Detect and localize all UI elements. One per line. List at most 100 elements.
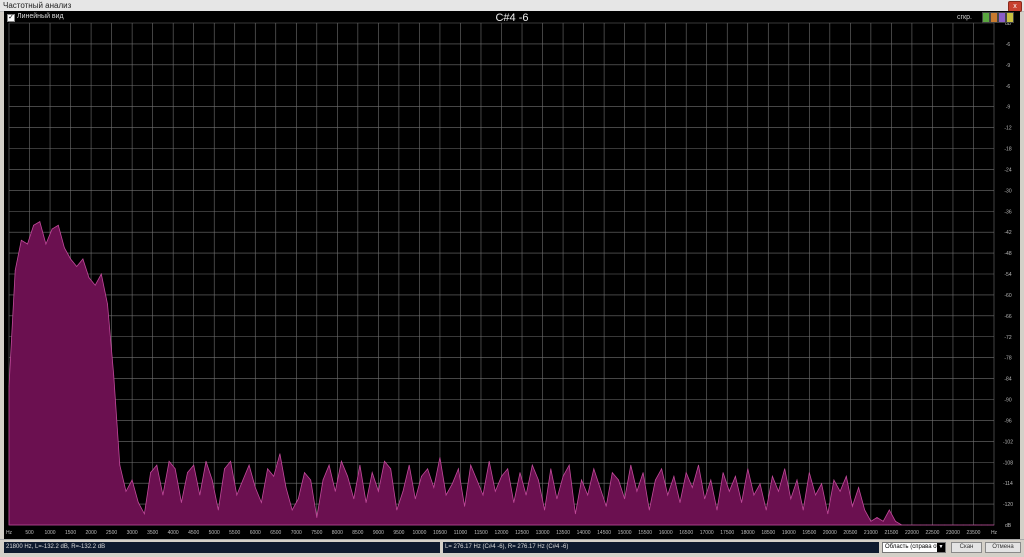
spectrum-point (150, 472, 152, 473)
x-tick-label: 13000 (536, 530, 550, 536)
spectrum-point (205, 460, 207, 462)
spectrum-point (181, 502, 182, 503)
x-tick-label: 8000 (332, 530, 343, 536)
spectrum-point (359, 464, 361, 466)
spectrum-point (839, 490, 841, 492)
graph-purple-icon[interactable] (998, 12, 1006, 23)
x-tick-label: 13500 (556, 530, 570, 536)
spectrum-point (944, 524, 946, 526)
spectrum-point (501, 475, 502, 477)
spectrum-point (242, 479, 244, 481)
spectrum-point (261, 502, 262, 503)
spectrum-point (956, 524, 958, 526)
spectrum-point (464, 505, 465, 507)
spectrum-point (125, 490, 127, 492)
spectrum-point (236, 494, 238, 496)
status-bar: 21800 Hz, L=-132.2 dB, R=-132.2 dB L= 27… (0, 539, 1024, 557)
spectrum-point (156, 464, 158, 466)
spectrum-point (876, 517, 878, 518)
spectrum-point (488, 460, 490, 462)
graph-yellow-icon[interactable] (1006, 12, 1014, 23)
spectrum-chart: dB -6 -9 -6 -9 -12 -18 -24 -30 -36 -42 -48 -54 -60 -66… (6, 21, 1013, 536)
spectrum-point (107, 303, 108, 305)
spectrum-point (57, 224, 59, 226)
y-tick-label: -84 (1004, 377, 1011, 383)
spectrum-point (384, 460, 385, 462)
smooth-label: сгкр. (957, 14, 972, 21)
spectrum-point (808, 472, 810, 473)
spectrum-point (950, 524, 952, 526)
x-tick-label: 17500 (720, 530, 734, 536)
spectrum-point (796, 479, 798, 481)
spectrum-point (741, 502, 742, 503)
spectrum-point (408, 464, 410, 466)
x-tick-label: 15500 (638, 530, 652, 536)
y-tick-label: -114 (1003, 481, 1013, 487)
spectrum-point (113, 374, 115, 376)
spectrum-point (94, 284, 96, 286)
x-tick-label: 14000 (577, 530, 591, 536)
x-tick-label: 17000 (700, 530, 714, 536)
spectrum-point (575, 513, 576, 515)
area-select[interactable]: Область (справа от ▼ (882, 542, 946, 553)
x-tick-label: 20000 (823, 530, 837, 536)
spectrum-point (550, 468, 552, 470)
spectrum-point (827, 513, 829, 515)
spectrum-point (642, 472, 644, 473)
x-tick-label: 23000 (946, 530, 960, 536)
spectrum-point (704, 498, 706, 500)
spectrum-point (224, 468, 225, 470)
x-tick-label: 12000 (495, 530, 509, 536)
spectrum-point (969, 524, 970, 526)
spectrum-point (901, 524, 903, 526)
x-tick-label: 9500 (393, 530, 404, 536)
spectrum-point (630, 464, 632, 466)
spectrum-point (735, 475, 736, 477)
spectrum-point (661, 468, 662, 470)
x-tick-label: 5000 (209, 530, 220, 536)
spectrum-point (267, 468, 268, 470)
spectrum-point (895, 520, 896, 522)
spectrum-point (439, 457, 441, 458)
spectrum-point (64, 247, 65, 249)
spectrum-point (747, 468, 749, 470)
spectrum-point (211, 479, 213, 481)
graph-green-icon[interactable] (982, 12, 990, 23)
spectrum-point (322, 479, 324, 481)
spectrum-point (76, 266, 78, 267)
scan-button[interactable]: Скан (951, 542, 982, 553)
cancel-button[interactable]: Отмена (985, 542, 1021, 553)
spectrum-point (525, 494, 527, 496)
peak-info: L= 276.17 Hz (C#4 -6), R= 276.17 Hz (C#4… (443, 542, 879, 553)
x-tick-label: 7500 (311, 530, 322, 536)
spectrum-point (254, 487, 256, 488)
spectrum-point (82, 258, 84, 260)
spectrum-point (396, 509, 398, 511)
x-tick-label: 18000 (741, 530, 755, 536)
spectrum-point (39, 221, 41, 223)
y-tick-label: -120 (1003, 502, 1013, 508)
window-title: Частотный анализ (3, 1, 72, 10)
y-tick-label: -72 (1004, 335, 1011, 341)
spectrum-point (722, 472, 724, 473)
graph-orange-icon[interactable] (990, 12, 998, 23)
spectrum-point (765, 509, 767, 511)
spectrum-point (710, 479, 712, 481)
spectrum-point (568, 464, 570, 466)
spectrum-point (556, 498, 558, 500)
x-tick-label: 4500 (188, 530, 199, 536)
x-tick-label: 11000 (454, 530, 468, 536)
spectrum-point (285, 487, 287, 488)
x-tick-label: 3000 (127, 530, 138, 536)
spectrum-point (193, 464, 195, 466)
spectrum-point (858, 487, 859, 488)
spectrum-point (624, 498, 625, 500)
spectrum-point (870, 520, 872, 522)
spectrum-point (685, 472, 687, 473)
spectrum-point (772, 475, 773, 477)
spectrum-point (845, 475, 847, 477)
spectrum-point (451, 483, 453, 485)
y-tick-label: -108 (1003, 460, 1013, 466)
spectrum-point (507, 468, 509, 470)
spectrum-point (230, 460, 232, 462)
